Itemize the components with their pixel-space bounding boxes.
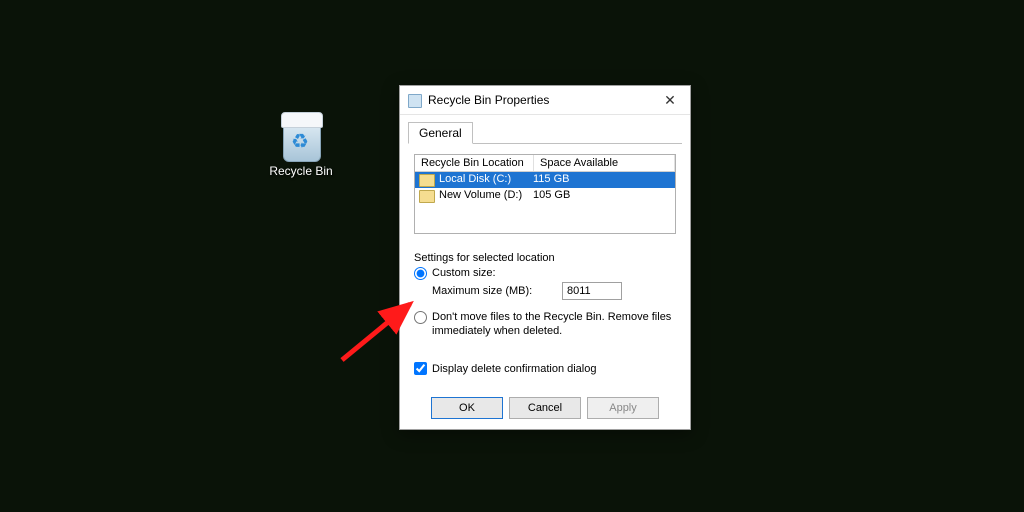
location-row[interactable]: New Volume (D:) 105 GB: [415, 188, 675, 204]
radio-dont-move-label: Don't move files to the Recycle Bin. Rem…: [432, 310, 676, 338]
apply-button[interactable]: Apply: [587, 397, 659, 419]
drive-icon: [419, 174, 435, 187]
recycle-bin-desktop-icon[interactable]: ♻ Recycle Bin: [265, 112, 337, 178]
max-size-input[interactable]: [562, 282, 622, 300]
tabstrip: General: [400, 115, 690, 143]
recycle-bin-small-icon: [406, 92, 422, 108]
location-space: 115 GB: [527, 173, 675, 187]
drive-icon: [419, 190, 435, 203]
titlebar[interactable]: Recycle Bin Properties ✕: [400, 86, 690, 115]
max-size-row: Maximum size (MB):: [432, 282, 676, 300]
cancel-button[interactable]: Cancel: [509, 397, 581, 419]
tab-general[interactable]: General: [408, 122, 473, 144]
recycle-bin-label: Recycle Bin: [265, 164, 337, 178]
location-list[interactable]: Recycle Bin Location Space Available Loc…: [414, 154, 676, 234]
window-title: Recycle Bin Properties: [428, 93, 650, 107]
location-name: Local Disk (C:): [439, 173, 527, 187]
location-space: 105 GB: [527, 189, 675, 203]
radio-dont-move[interactable]: Don't move files to the Recycle Bin. Rem…: [414, 310, 676, 338]
radio-custom-size-input[interactable]: [414, 267, 427, 280]
radio-custom-size[interactable]: Custom size:: [414, 266, 676, 280]
recycle-bin-properties-dialog: Recycle Bin Properties ✕ General Recycle…: [399, 85, 691, 430]
settings-heading: Settings for selected location: [414, 252, 676, 264]
location-name: New Volume (D:): [439, 189, 527, 203]
radio-custom-size-label: Custom size:: [432, 266, 676, 280]
col-header-location[interactable]: Recycle Bin Location: [415, 155, 534, 171]
location-list-header: Recycle Bin Location Space Available: [415, 155, 675, 172]
ok-button[interactable]: OK: [431, 397, 503, 419]
location-row[interactable]: Local Disk (C:) 115 GB: [415, 172, 675, 188]
radio-dont-move-input[interactable]: [414, 311, 427, 324]
col-header-space[interactable]: Space Available: [534, 155, 675, 171]
max-size-label: Maximum size (MB):: [432, 285, 562, 297]
checkbox-confirm-delete-label: Display delete confirmation dialog: [432, 363, 596, 375]
dialog-button-row: OK Cancel Apply: [400, 389, 690, 429]
checkbox-confirm-delete-input[interactable]: [414, 362, 427, 375]
close-icon[interactable]: ✕: [650, 86, 690, 114]
checkbox-confirm-delete[interactable]: Display delete confirmation dialog: [414, 362, 676, 375]
recycle-bin-icon: ♻: [277, 112, 325, 160]
